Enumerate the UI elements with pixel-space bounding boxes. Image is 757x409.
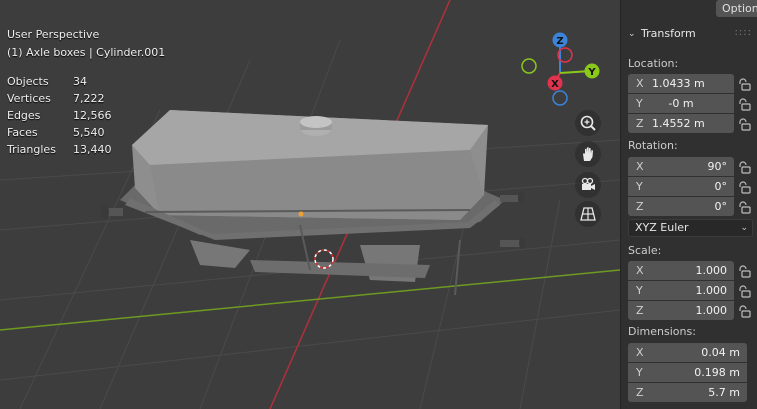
perspective-toggle-button[interactable] [575,201,601,227]
rotation-z-field[interactable]: Z 0° [628,197,734,216]
field-value: 90° [707,160,728,173]
rotation-x-field[interactable]: X 90° [628,157,734,176]
scale-z-field[interactable]: Z 1.000 [628,301,734,320]
rotation-label: Rotation: [628,139,678,152]
stat-row: Vertices 7,222 [7,90,112,107]
scale-label: Scale: [628,244,662,257]
zoom-icon [580,115,596,131]
stat-label: Vertices [7,92,51,105]
location-label: Location: [628,57,679,70]
stat-label: Edges [7,109,41,122]
field-value: 0° [714,200,728,213]
stat-value: 12,566 [73,109,112,122]
location-y-field[interactable]: Y -0 m [628,94,734,113]
axis-label: Y [636,180,643,193]
field-value: 0.04 m [701,346,740,359]
y-axis-handle: Y [584,63,600,79]
axis-label: Y [636,284,643,297]
dimensions-label: Dimensions: [628,325,696,338]
rotation-mode-value: XYZ Euler [635,221,689,234]
stat-value: 5,540 [73,126,105,139]
grid-perspective-icon [580,207,596,221]
axis-label: X [636,264,644,277]
stat-value: 13,440 [73,143,112,156]
field-value: -0 m [668,97,694,110]
lock-icon[interactable] [737,77,751,91]
axis-label: X [636,160,644,173]
pan-button[interactable] [575,141,601,167]
lock-icon[interactable] [737,160,751,174]
rotation-mode-dropdown[interactable]: XYZ Euler ⌄ [628,219,753,237]
field-value: 5.7 m [708,386,740,399]
stat-row: Faces 5,540 [7,124,112,141]
chevron-down-icon: ⌄ [628,29,636,39]
stat-row: Objects 34 [7,73,112,90]
stat-value: 34 [73,75,87,88]
location-x-field[interactable]: X 1.0433 m [628,74,734,93]
axis-label: Z [636,386,644,399]
axis-label: Z [636,200,644,213]
navigation-gizmo[interactable]: Z Y X [515,28,605,108]
view-name-label: User Perspective [7,28,100,41]
svg-text:Y: Y [587,67,596,78]
scale-x-field[interactable]: X 1.000 [628,261,734,280]
stat-value: 7,222 [73,92,105,105]
scene-statistics: Objects 34 Vertices 7,222 Edges 12,566 Face… [7,73,112,158]
stat-label: Objects [7,75,49,88]
x-axis-handle: X [547,75,563,91]
lock-icon[interactable] [737,304,751,318]
camera-view-button[interactable] [575,172,601,198]
n-panel-sidebar: Options ⌄ Transform :::: Location: X 1.04… [620,0,757,409]
lock-icon[interactable] [737,284,751,298]
drag-handle-icon[interactable]: :::: [735,21,752,45]
scale-y-field[interactable]: Y 1.000 [628,281,734,300]
hand-icon [583,147,593,161]
stat-row: Edges 12,566 [7,107,112,124]
chevron-down-icon: ⌄ [740,223,748,233]
lock-icon[interactable] [737,264,751,278]
active-object-label: (1) Axle boxes | Cylinder.001 [7,46,166,59]
dimensions-y-field[interactable]: Y 0.198 m [628,363,747,382]
object-origin [298,211,304,217]
dimensions-x-field[interactable]: X 0.04 m [628,343,747,362]
axis-label: Z [636,117,644,130]
svg-text:Z: Z [556,36,563,47]
options-tab[interactable]: Options [716,0,757,17]
3d-viewport[interactable]: User Perspective (1) Axle boxes | Cylind… [0,0,620,409]
axis-label: Z [636,304,644,317]
rotation-y-field[interactable]: Y 0° [628,177,734,196]
camera-icon [581,177,595,190]
lock-icon[interactable] [737,200,751,214]
location-z-field[interactable]: Z 1.4552 m [628,114,734,133]
transform-panel-header[interactable]: ⌄ Transform :::: [621,22,757,46]
panel-title: Transform [641,27,696,40]
stat-row: Triangles 13,440 [7,141,112,158]
zoom-button[interactable] [575,110,601,136]
axis-label: X [636,77,644,90]
lock-icon[interactable] [737,180,751,194]
neg-y-axis-handle [521,58,537,74]
svg-text:X: X [551,79,559,90]
field-value: 1.000 [695,304,728,317]
field-value: 1.4552 m [652,117,705,130]
field-value: 1.000 [695,284,728,297]
wagon-model [101,110,525,296]
axis-label: Y [636,366,643,379]
field-value: 1.000 [695,264,728,277]
dimensions-z-field[interactable]: Z 5.7 m [628,383,747,402]
neg-z-axis-handle [552,90,568,106]
lock-icon[interactable] [737,97,751,111]
field-value: 0° [714,180,728,193]
stat-label: Faces [7,126,38,139]
field-value: 1.0433 m [652,77,705,90]
z-axis-handle: Z [552,32,568,48]
stat-label: Triangles [7,143,56,156]
axis-label: X [636,346,644,359]
field-value: 0.198 m [694,366,740,379]
lock-icon[interactable] [737,117,751,131]
